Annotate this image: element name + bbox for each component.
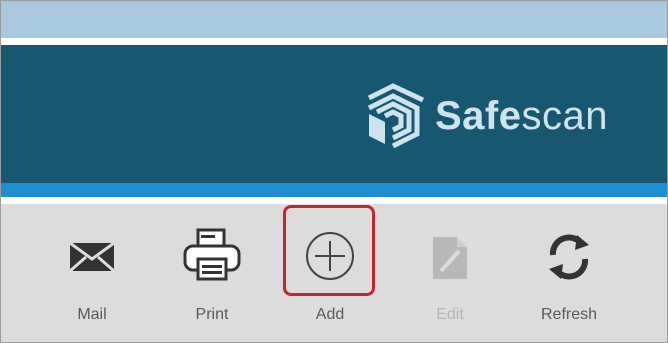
add-button-highlight bbox=[283, 205, 375, 296]
mail-label: Mail bbox=[77, 306, 107, 323]
mail-button[interactable]: Mail bbox=[52, 213, 132, 333]
top-strip bbox=[1, 1, 667, 38]
brand-name-bold: Safe bbox=[435, 94, 522, 138]
print-button[interactable]: Print bbox=[172, 213, 252, 333]
edit-label: Edit bbox=[436, 306, 464, 323]
app-window: Safescan Mail Print Add Edit Refresh bbox=[0, 0, 668, 343]
refresh-icon bbox=[549, 234, 589, 280]
accent-bar bbox=[1, 183, 667, 197]
edit-button[interactable]: Edit bbox=[410, 213, 490, 333]
add-label: Add bbox=[315, 306, 345, 323]
printer-icon bbox=[183, 228, 241, 281]
refresh-button[interactable]: Refresh bbox=[529, 213, 609, 333]
safescan-logo-icon bbox=[367, 83, 425, 149]
edit-document-icon bbox=[433, 237, 467, 279]
brand-name: Safescan bbox=[435, 96, 608, 136]
mail-icon bbox=[69, 241, 115, 273]
refresh-label: Refresh bbox=[540, 306, 598, 323]
safescan-logo: Safescan bbox=[363, 76, 608, 156]
brand-name-light: scan bbox=[521, 94, 608, 138]
print-label: Print bbox=[195, 306, 229, 323]
